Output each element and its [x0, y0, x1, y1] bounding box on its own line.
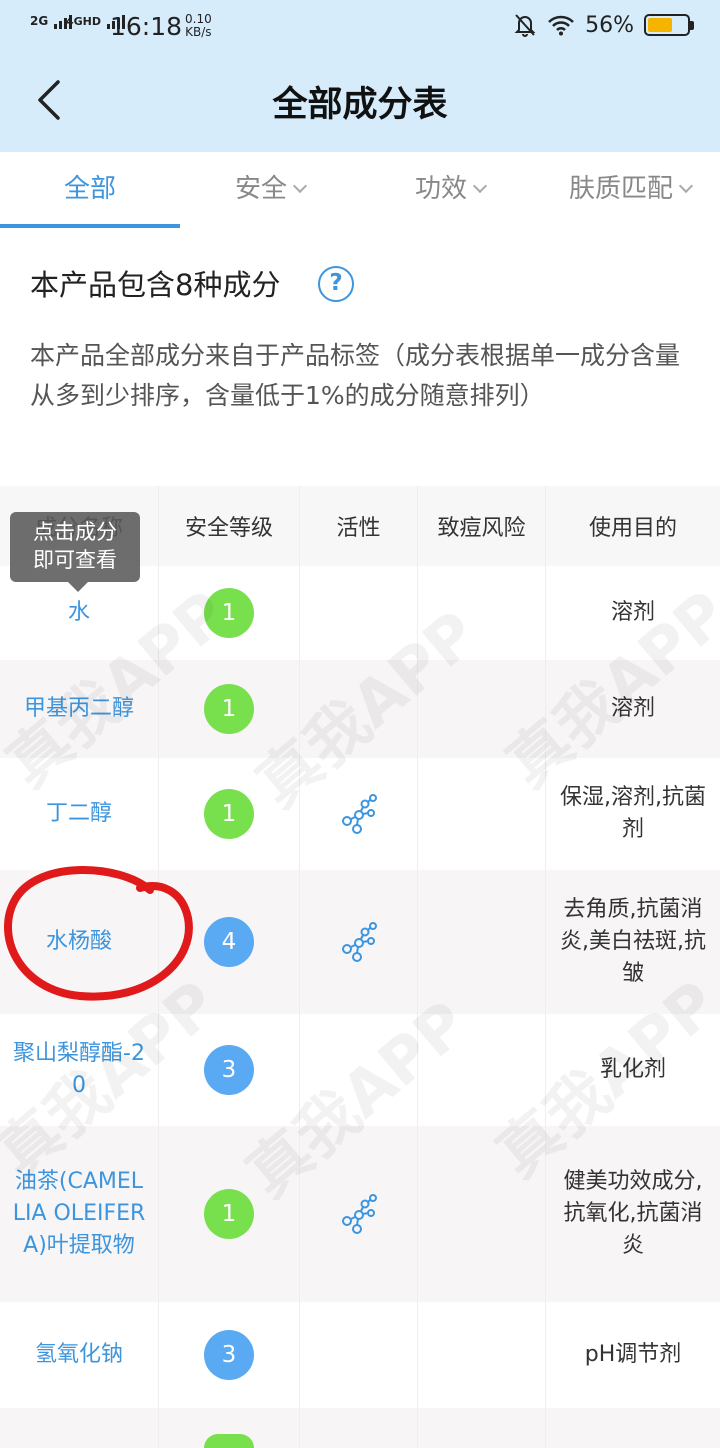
ingredient-name[interactable]: 氢氧化钠: [23, 1339, 135, 1371]
table-row[interactable]: 氢氧化钠 3 pH调节剂: [0, 1302, 720, 1408]
header-purpose: 使用目的: [588, 516, 677, 541]
usage-purpose: 溶剂: [610, 696, 655, 721]
page-title: 全部成分表: [272, 85, 448, 125]
battery-percent: 56%: [585, 12, 634, 38]
table-row[interactable]: 甲基丙二醇 1 溶剂: [0, 660, 720, 758]
header-acne-risk: 致痘风险: [418, 486, 546, 566]
tab-all[interactable]: 全部: [0, 152, 180, 228]
status-bar: 2G 4GHD 16:18 0.10 KB/s 56%: [0, 0, 720, 58]
table-row[interactable]: 水杨酸 4 去角质,抗菌消炎,美白祛斑,抗皱: [0, 870, 720, 1014]
app-header: 2G 4GHD 16:18 0.10 KB/s 56% 全部成分表: [0, 0, 720, 152]
usage-purpose: 溶剂: [610, 600, 655, 625]
ingredient-name[interactable]: 水杨酸: [34, 926, 124, 958]
tab-safety[interactable]: 安全: [180, 152, 360, 228]
ingredient-name[interactable]: 甲基丙二醇: [12, 693, 146, 725]
ingredient-source-description: 本产品全部成分来自于产品标签（成分表根据单一成分含量从多到少排序，含量低于1%的…: [30, 341, 681, 410]
tab-efficacy-label: 功效: [414, 174, 467, 204]
acne-risk-cell: [418, 758, 546, 870]
usage-purpose: 保湿,溶剂,抗菌剂: [560, 785, 706, 842]
tab-all-label: 全部: [63, 174, 116, 204]
active-tab-indicator: [0, 224, 180, 228]
tooltip-line-2: 即可查看: [33, 548, 117, 572]
active-cell: [300, 1014, 418, 1126]
tab-efficacy[interactable]: 功效: [360, 152, 540, 228]
network-type-1: 2G: [30, 14, 49, 28]
safety-level-badge: 4: [204, 917, 254, 967]
usage-purpose: 健美功效成分,抗氧化,抗菌消炎: [563, 1169, 703, 1258]
wifi-icon: [548, 15, 574, 36]
network-speed: 0.10 KB/s: [185, 13, 212, 39]
speed-unit: KB/s: [185, 25, 212, 39]
acne-risk-cell: [418, 660, 546, 758]
ingredient-name[interactable]: 丁二醇: [34, 798, 124, 830]
acne-risk-cell: [418, 870, 546, 1014]
molecule-icon: [341, 794, 377, 834]
chevron-down-icon: [678, 178, 694, 194]
active-cell: [300, 566, 418, 660]
ingredient-count-title: 本产品包含8种成分: [30, 268, 281, 302]
active-cell: [300, 758, 418, 870]
status-time: 16:18: [110, 12, 183, 41]
tap-ingredient-tooltip: 点击成分 即可查看: [10, 512, 140, 592]
acne-risk-cell: [418, 1126, 546, 1302]
usage-purpose: 乳化剂: [599, 1057, 666, 1082]
usage-purpose: 去角质,抗菌消炎,美白祛斑,抗皱: [560, 897, 706, 986]
help-icon[interactable]: ?: [318, 266, 354, 302]
ingredient-name[interactable]: 聚山梨醇酯-20: [0, 1038, 158, 1102]
usage-purpose: pH调节剂: [584, 1342, 682, 1367]
acne-risk-cell: [418, 566, 546, 660]
chevron-down-icon: [472, 178, 488, 194]
ingredient-name[interactable]: 油茶(CAMELLIA OLEIFERA)叶提取物: [0, 1166, 158, 1262]
acne-risk-cell: [418, 1014, 546, 1126]
active-cell: [300, 870, 418, 1014]
active-cell: [300, 1302, 418, 1408]
network-type-2: 4GHD: [66, 15, 102, 28]
ingredient-table: 成分名称 安全等级 活性 致痘风险 使用目的 水 1 溶剂 甲基丙二醇 1 溶剂…: [0, 486, 720, 1448]
battery-icon: [644, 14, 694, 36]
safety-level-badge: 1: [204, 1189, 254, 1239]
molecule-icon: [341, 922, 377, 962]
table-row[interactable]: 油茶(CAMELLIA OLEIFERA)叶提取物 1 健美功效成分,抗氧化,抗…: [0, 1126, 720, 1302]
table-row[interactable]: 丁二醇 1 保湿,溶剂,抗菌剂: [0, 758, 720, 870]
filter-tabs: 全部 安全 功效 肤质匹配: [0, 152, 720, 228]
mute-bell-icon: [514, 14, 536, 37]
chevron-down-icon: [292, 178, 308, 194]
tab-safety-label: 安全: [234, 174, 287, 204]
ingredient-name[interactable]: 水: [56, 597, 102, 629]
active-cell: [300, 660, 418, 758]
safety-level-badge: 3: [204, 1045, 254, 1095]
tooltip-line-1: 点击成分: [33, 520, 117, 544]
active-cell: [300, 1126, 418, 1302]
safety-level-badge-partial: [204, 1434, 254, 1448]
table-row-partial[interactable]: [0, 1408, 720, 1448]
tab-skin-match-label: 肤质匹配: [568, 174, 673, 204]
header-safety-level: 安全等级: [159, 486, 300, 566]
table-row[interactable]: 聚山梨醇酯-20 3 乳化剂: [0, 1014, 720, 1126]
molecule-icon: [341, 1194, 377, 1234]
header-active: 活性: [300, 486, 418, 566]
status-right: 56%: [513, 12, 694, 38]
tab-skin-match[interactable]: 肤质匹配: [540, 152, 720, 228]
safety-level-badge: 1: [204, 789, 254, 839]
safety-level-badge: 1: [204, 684, 254, 734]
safety-level-badge: 1: [204, 588, 254, 638]
safety-level-badge: 3: [204, 1330, 254, 1380]
acne-risk-cell: [418, 1302, 546, 1408]
